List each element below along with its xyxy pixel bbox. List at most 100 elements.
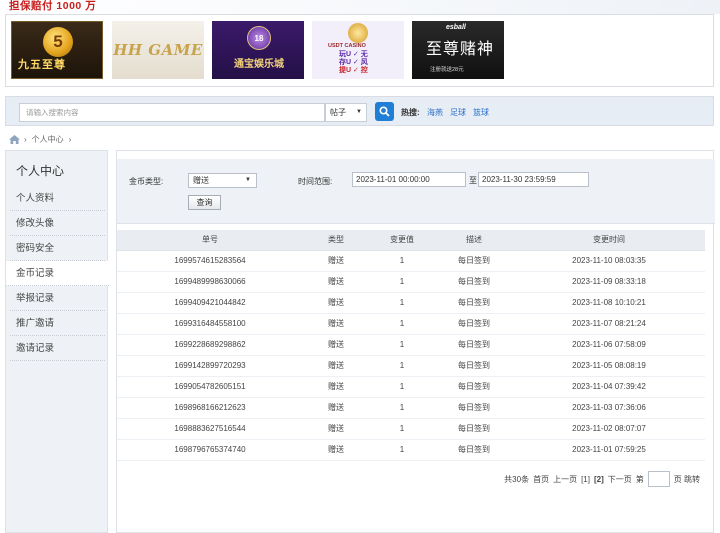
time-range-label: 时间范围: [298, 177, 333, 186]
search-bar: 请输入搜索内容 帖子 ▼ 热搜: 海燕 足球 篮球 [5, 96, 714, 126]
goto-prefix: 第 [635, 474, 644, 484]
total-count: 共30条 [504, 474, 530, 484]
table-row: 1698883627516544 赠送 1 每日签到 2023-11-02 08:07:… [117, 418, 705, 440]
table-cell: 2023-11-06 07:58:09 [513, 334, 705, 356]
sidebar-item-invite-records[interactable]: 邀请记录 [10, 336, 105, 361]
table-cell: 赠送 [303, 376, 369, 398]
table-cell: 赠送 [303, 397, 369, 419]
query-button[interactable]: 查询 [188, 195, 221, 210]
table-cell: 每日签到 [435, 292, 513, 314]
table-cell: 2023-11-05 08:08:19 [513, 355, 705, 377]
banner-usdt-casino[interactable]: USDT CASINO 玩U ✓ 无 存U ✓ 风 提U ✓ 控 [312, 21, 404, 79]
sidebar: 个人中心 个人资料 修改头像 密码安全 金币记录 举报记录 推广邀请 邀请记录 [5, 150, 109, 533]
goto-page-button[interactable]: 页 跳转 [674, 474, 700, 485]
promo-text: 担保赔付 1000 万 [9, 0, 97, 12]
table-cell: 每日签到 [435, 355, 513, 377]
coin-type-select[interactable]: 赠送 ▼ [188, 173, 257, 188]
banner-hhgame-text: HH GAME [113, 41, 203, 59]
table-cell: 1698796765374740 [117, 439, 303, 461]
filter-panel: 金币类型: 赠送 ▼ 时间范围: 2023-11-01 00:00:00 至 2… [117, 159, 715, 224]
table-cell: 赠送 [303, 292, 369, 314]
table-row: 1699574615283564 赠送 1 每日签到 2023-11-10 08:03:… [117, 250, 705, 272]
sidebar-item-reports[interactable]: 举报记录 [10, 286, 105, 311]
page-link[interactable]: [1] [581, 475, 590, 484]
table-row: 1698968166212623 赠送 1 每日签到 2023-11-03 07:36:… [117, 397, 705, 419]
table-cell: 2023-11-10 08:03:35 [513, 250, 705, 272]
table-cell: 赠送 [303, 355, 369, 377]
hot-link[interactable]: 海燕 [427, 107, 443, 118]
hot-search-label: 热搜: [401, 108, 420, 117]
start-date-input[interactable]: 2023-11-01 00:00:00 [352, 172, 466, 187]
table-cell: 2023-11-09 08:33:18 [513, 271, 705, 293]
table-row: 1699489998630066 赠送 1 每日签到 2023-11-09 08:33:… [117, 271, 705, 293]
table-cell: 赠送 [303, 418, 369, 440]
table-cell: 每日签到 [435, 334, 513, 356]
table-cell: 每日签到 [435, 313, 513, 335]
table-cell: 1699409421044842 [117, 292, 303, 314]
first-page-link[interactable]: 首页 [533, 474, 549, 485]
coin-type-value: 赠送 [193, 176, 209, 185]
top-bar [0, 0, 720, 14]
banner-usdt-row: 提U ✓ 控 [339, 67, 368, 74]
table-cell: 赠送 [303, 313, 369, 335]
banner-usdt-title: USDT CASINO [328, 43, 366, 49]
sidebar-item-coin-records[interactable]: 金币记录 [6, 261, 109, 286]
table-cell: 1698968166212623 [117, 397, 303, 419]
sidebar-item-security[interactable]: 密码安全 [10, 236, 105, 261]
search-input[interactable]: 请输入搜索内容 [19, 103, 325, 122]
table-cell: 1 [369, 355, 435, 377]
table-cell: 每日签到 [435, 376, 513, 398]
table-cell: 1 [369, 250, 435, 272]
banner-usdt-row: 存U ✓ 风 [339, 59, 368, 66]
badge-18-icon: 18 [247, 26, 271, 50]
banner-esball-small: 注册就送28元 [430, 67, 464, 73]
table-cell: 1699054782605151 [117, 376, 303, 398]
banner-hhgame[interactable]: HH GAME [112, 21, 204, 79]
banner-tongbao[interactable]: 18 通宝娱乐城 [212, 21, 304, 79]
table-cell: 1 [369, 334, 435, 356]
breadcrumb-separator: › [24, 135, 27, 144]
breadcrumb: › 个人中心 › [9, 134, 76, 145]
table-cell: 2023-11-08 10:10:21 [513, 292, 705, 314]
hot-link[interactable]: 篮球 [473, 107, 489, 118]
table-cell: 1699228689298862 [117, 334, 303, 356]
search-type-select[interactable]: 帖子 ▼ [325, 103, 367, 122]
table-cell: 2023-11-02 08:07:07 [513, 418, 705, 440]
hot-link[interactable]: 足球 [450, 107, 466, 118]
search-type-value: 帖子 [330, 108, 346, 117]
current-page: [2] [593, 474, 604, 484]
table-cell: 1 [369, 292, 435, 314]
table-cell: 1 [369, 271, 435, 293]
table-row: 1699228689298862 赠送 1 每日签到 2023-11-06 07:58:… [117, 334, 705, 356]
prev-page-link[interactable]: 上一页 [553, 474, 577, 485]
banner-esball-brand: esball [446, 24, 466, 31]
next-page-link[interactable]: 下一页 [608, 474, 632, 485]
table-cell: 每日签到 [435, 250, 513, 272]
table-cell: 2023-11-01 07:59:25 [513, 439, 705, 461]
banner-usdt-row: 玩U ✓ 无 [339, 51, 368, 58]
pagination: 共30条 首页 上一页 [1] [2] 下一页 第 页 跳转 [504, 471, 700, 487]
breadcrumb-current[interactable]: 个人中心 [32, 134, 64, 145]
table-row: 1699316484558100 赠送 1 每日签到 2023-11-07 08:21:… [117, 313, 705, 335]
banner-esball[interactable]: esball 至尊赌神 注册就送28元 [412, 21, 504, 79]
column-header: 变更时间 [513, 230, 705, 251]
table-header-row: 单号 类型 变更值 描述 变更时间 [117, 230, 705, 251]
breadcrumb-separator: › [68, 135, 72, 144]
page-number-input[interactable] [647, 471, 670, 487]
to-label: 至 [469, 176, 477, 185]
table-cell: 赠送 [303, 250, 369, 272]
home-icon[interactable] [9, 135, 20, 144]
column-header: 单号 [117, 230, 303, 251]
sidebar-item-promotion[interactable]: 推广邀请 [10, 311, 105, 336]
search-button[interactable] [375, 102, 394, 121]
sidebar-item-avatar[interactable]: 修改头像 [10, 211, 105, 236]
coin-records-table: 单号 类型 变更值 描述 变更时间 1699574615283564 赠送 1 每日签… [117, 230, 705, 461]
column-header: 类型 [303, 230, 369, 251]
table-cell: 2023-11-07 08:21:24 [513, 313, 705, 335]
sidebar-item-profile[interactable]: 个人资料 [10, 186, 105, 211]
end-date-input[interactable]: 2023-11-30 23:59:59 [478, 172, 589, 187]
banner-jiuwu[interactable]: 5 九五至尊 [11, 21, 103, 79]
chevron-down-icon: ▼ [245, 177, 251, 183]
table-cell: 1 [369, 397, 435, 419]
table-cell: 每日签到 [435, 397, 513, 419]
